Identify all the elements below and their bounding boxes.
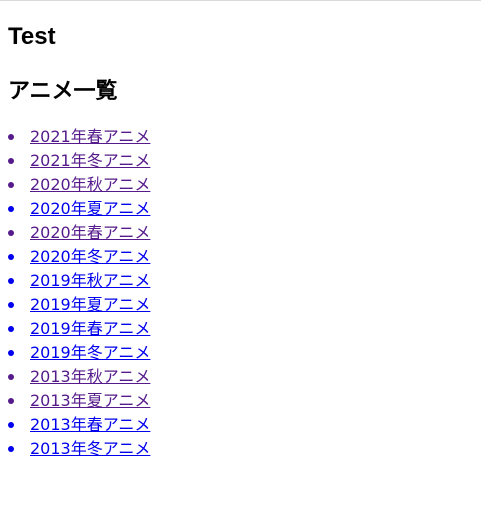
season-link[interactable]: 2013年秋アニメ xyxy=(30,367,150,386)
page-content: Test アニメ一覧 2021年春アニメ 2021年冬アニメ 2020年秋アニメ 20… xyxy=(0,23,481,461)
bullet-icon xyxy=(8,182,14,188)
bullet-icon xyxy=(8,254,14,260)
list-item: 2021年冬アニメ xyxy=(8,149,481,173)
list-item: 2021年春アニメ xyxy=(8,125,481,149)
season-link[interactable]: 2019年夏アニメ xyxy=(30,295,150,314)
bullet-icon xyxy=(8,158,14,164)
list-item: 2020年春アニメ xyxy=(8,221,481,245)
bullet-icon xyxy=(8,206,14,212)
top-border xyxy=(0,0,481,1)
season-link[interactable]: 2019年春アニメ xyxy=(30,319,150,338)
season-link[interactable]: 2019年秋アニメ xyxy=(30,271,150,290)
page-title: Test xyxy=(8,23,56,50)
bullet-icon xyxy=(8,302,14,308)
section-heading: アニメ一覧 xyxy=(8,79,118,104)
season-link[interactable]: 2013年春アニメ xyxy=(30,415,150,434)
list-item: 2013年冬アニメ xyxy=(8,437,481,461)
anime-season-list: 2021年春アニメ 2021年冬アニメ 2020年秋アニメ 2020年夏アニメ 2020… xyxy=(8,125,481,461)
list-item: 2019年夏アニメ xyxy=(8,293,481,317)
bullet-icon xyxy=(8,398,14,404)
list-item: 2020年秋アニメ xyxy=(8,173,481,197)
season-link[interactable]: 2013年冬アニメ xyxy=(30,439,150,458)
list-item: 2020年冬アニメ xyxy=(8,245,481,269)
season-link[interactable]: 2021年冬アニメ xyxy=(30,151,150,170)
list-item: 2013年春アニメ xyxy=(8,413,481,437)
list-item: 2013年秋アニメ xyxy=(8,365,481,389)
season-link[interactable]: 2020年夏アニメ xyxy=(30,199,150,218)
list-item: 2013年夏アニメ xyxy=(8,389,481,413)
season-link[interactable]: 2020年冬アニメ xyxy=(30,247,150,266)
bullet-icon xyxy=(8,230,14,236)
bullet-icon xyxy=(8,374,14,380)
bullet-icon xyxy=(8,278,14,284)
season-link[interactable]: 2013年夏アニメ xyxy=(30,391,150,410)
list-item: 2020年夏アニメ xyxy=(8,197,481,221)
season-link[interactable]: 2020年秋アニメ xyxy=(30,175,150,194)
list-item: 2019年冬アニメ xyxy=(8,341,481,365)
season-link[interactable]: 2021年春アニメ xyxy=(30,127,150,146)
season-link[interactable]: 2019年冬アニメ xyxy=(30,343,150,362)
bullet-icon xyxy=(8,326,14,332)
bullet-icon xyxy=(8,446,14,452)
bullet-icon xyxy=(8,134,14,140)
list-item: 2019年春アニメ xyxy=(8,317,481,341)
season-link[interactable]: 2020年春アニメ xyxy=(30,223,150,242)
bullet-icon xyxy=(8,350,14,356)
bullet-icon xyxy=(8,422,14,428)
list-item: 2019年秋アニメ xyxy=(8,269,481,293)
